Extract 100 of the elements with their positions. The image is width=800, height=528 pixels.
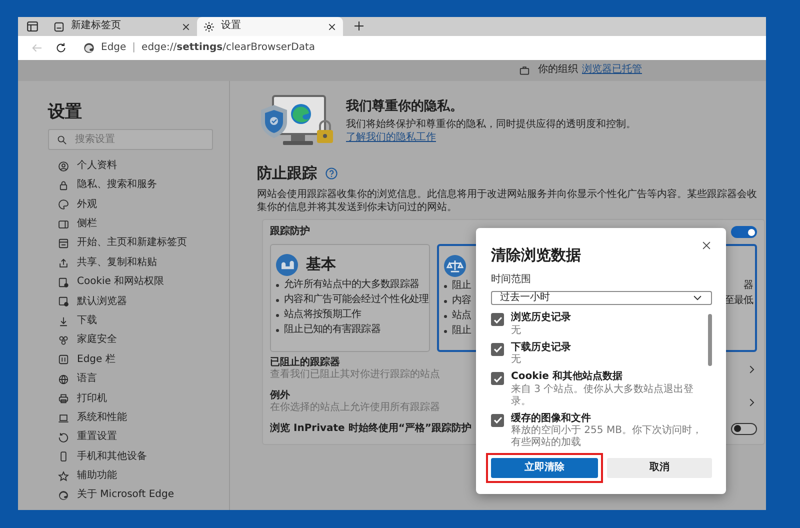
level-point: 内容和广告可能会经过个性化处理	[284, 294, 429, 306]
level-point: 站点将按预期工作	[284, 308, 362, 322]
bullet-dot	[444, 284, 447, 288]
level-card[interactable]: 基本 允许所有站点中的大多数跟踪器 内容和广告可能会经过个性化处理 站点将按预期工作 阻止已知的有害跟踪器	[270, 244, 430, 352]
sidebar-item[interactable]: 共享、复制和粘贴	[48, 253, 213, 273]
sidebar-icon	[58, 218, 69, 230]
briefcase-icon	[519, 65, 530, 76]
level-point: 站点	[452, 310, 472, 322]
search-input[interactable]: 搜索设置	[75, 130, 204, 150]
checkbox-detail: 无	[511, 324, 522, 336]
search-field[interactable]: 搜索设置	[48, 129, 213, 150]
intro-heading: 我们尊重你的隐私。	[346, 99, 464, 115]
checkbox-detail: 无	[511, 354, 522, 366]
row-title: 已阻止的跟踪器	[270, 356, 341, 368]
profile-icon	[58, 160, 69, 172]
level-point: 阻止	[452, 280, 472, 292]
sidebar-item[interactable]: 关于 Microsoft Edge	[48, 486, 213, 506]
panel-title: 跟踪防护	[270, 226, 310, 238]
browser-logo-icon	[58, 490, 69, 502]
sidebar-item[interactable]: 默认浏览器	[48, 292, 213, 312]
sidebar-item[interactable]: 下载	[48, 312, 213, 331]
close-icon[interactable]	[327, 22, 337, 32]
dialog-title: 清除浏览数据	[491, 246, 581, 264]
lock-icon	[58, 180, 69, 191]
section-heading: 防止跟踪	[257, 164, 317, 182]
checkbox-label: 缓存的图像和文件	[511, 412, 592, 424]
search-icon	[57, 134, 67, 145]
bullet-dot	[276, 328, 279, 332]
sidebar-item[interactable]: 语言	[48, 370, 213, 390]
checkbox[interactable]	[491, 372, 504, 385]
row-subtitle: 在你选择的站点上允许使用所有跟踪器	[270, 402, 440, 414]
checkbox[interactable]	[491, 342, 504, 356]
bullet-dot	[444, 330, 447, 332]
browser-logo-icon	[83, 42, 95, 54]
intro-text: 我们将始终保护和尊重你的隐私，同时提供应得的透明度和控制。 了解我们的隐私工作	[346, 118, 637, 145]
browser-tab[interactable]: 设置	[197, 17, 343, 36]
sidebar-item[interactable]: 重置设置	[48, 428, 213, 448]
family-icon	[58, 335, 69, 346]
row-title: 浏览 InPrivate 时始终使用“严格”跟踪防护	[270, 422, 472, 435]
checkbox[interactable]	[491, 414, 504, 426]
sidebar-item[interactable]: 开始、主页和新建标签页	[48, 234, 213, 254]
window-icon	[58, 238, 69, 250]
help-icon[interactable]	[325, 166, 338, 180]
sidebar-item[interactable]: Cookie 和网站权限	[48, 272, 213, 292]
laptop-icon	[58, 412, 69, 424]
sidebar-item[interactable]: 家庭安全	[48, 330, 213, 350]
globe-icon	[58, 374, 69, 385]
add-icon[interactable]	[353, 20, 365, 32]
privacy-link[interactable]: 了解我们的隐私工作	[346, 132, 436, 144]
url-text: edge://settings/clearBrowserData	[142, 42, 316, 54]
bullet-dot	[276, 284, 279, 286]
toggle-switch[interactable]	[731, 226, 757, 238]
checkbox[interactable]	[491, 313, 504, 326]
level-point: 阻止已知的有害跟踪器	[284, 324, 381, 336]
download-icon	[58, 316, 69, 327]
settings-icon	[203, 20, 215, 32]
printer-icon	[58, 393, 69, 404]
field-label: 时间范围	[491, 274, 532, 286]
site-label: Edge	[101, 42, 126, 54]
tab-actions-icon[interactable]	[26, 20, 39, 33]
checkbox-label: Cookie 和其他站点数据	[511, 371, 624, 384]
separator-text: |	[132, 42, 136, 54]
checkbox-label: 下载历史记录	[511, 342, 571, 354]
checkbox-detail: 释放的空间小于 255 MB。你下次访问时，有些网站的加载	[511, 425, 703, 449]
refresh-icon[interactable]	[55, 42, 67, 54]
scale-icon	[444, 254, 466, 276]
toggle-switch[interactable]	[731, 422, 757, 435]
browser-tab[interactable]: 新建标签页	[47, 17, 197, 36]
palette-icon	[58, 199, 69, 210]
sidebar-item[interactable]: 系统和性能	[48, 408, 213, 428]
notice-text: 你的组织	[538, 64, 578, 77]
bullet-dot	[276, 298, 279, 302]
section-description: 网站会使用跟踪器收集你的浏览信息。此信息将用于改进网站服务并向你显示个性化广告等内容。某些跟踪器会收集你的信息并将其发送到你未访问过的网站。	[257, 188, 758, 214]
sidebar-item[interactable]: 外观	[48, 195, 213, 215]
sidebar-item[interactable]: 隐私、搜索和服务	[48, 176, 213, 196]
bullet-dot	[444, 300, 447, 302]
sidebar-item[interactable]: 打印机	[48, 389, 213, 408]
sidebar-title: 设置	[48, 102, 83, 122]
cancel-button[interactable]: 取消	[607, 458, 712, 478]
reset-icon	[58, 432, 69, 444]
close-icon[interactable]	[181, 22, 191, 32]
sidebar-item[interactable]: 辅助功能	[48, 466, 213, 486]
sidebar-item[interactable]: 侧栏	[48, 214, 213, 234]
sidebar-item[interactable]: 手机和其他设备	[48, 447, 213, 467]
level-point: 器	[744, 280, 753, 292]
row-subtitle: 查看我们已阻止其对你进行跟踪的站点	[270, 369, 440, 382]
close-icon[interactable]	[701, 240, 712, 251]
clear-button[interactable]: 立即清除	[491, 458, 598, 478]
sidebar-item[interactable]: 个人资料	[48, 156, 213, 176]
time-range-dropdown[interactable]: 过去一小时	[491, 290, 712, 305]
level-title: 基本	[306, 255, 336, 274]
page-icon	[53, 20, 65, 32]
level-point: 阻止	[452, 324, 472, 338]
scrollbar-thumb[interactable]	[708, 314, 712, 366]
bullet-dot	[276, 314, 279, 316]
page-check-icon	[58, 296, 69, 308]
sidebar-item[interactable]: Edge 栏	[48, 350, 213, 370]
level-point: 内容	[452, 294, 472, 308]
checkbox-detail: 来自 3 个站点。使你从大多数站点退出登录。	[511, 384, 695, 408]
bullet-dot	[444, 314, 447, 318]
